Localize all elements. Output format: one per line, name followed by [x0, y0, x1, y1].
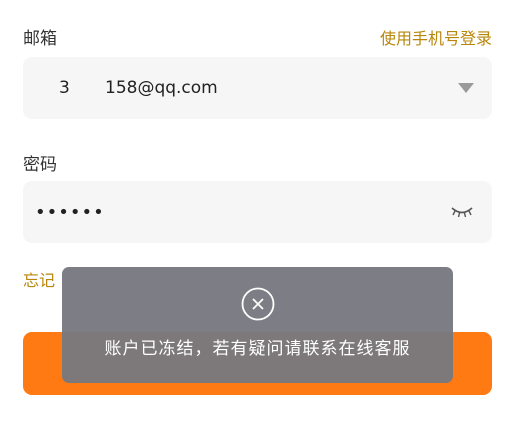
- eye-closed-icon[interactable]: [450, 205, 474, 219]
- login-screen: 邮箱 使用手机号登录 3 158@qq.com 密码 •••••• 忘记 账户已…: [0, 0, 507, 431]
- password-value: ••••••: [35, 201, 105, 223]
- email-label: 邮箱: [23, 29, 57, 49]
- email-prefix: 3: [59, 78, 70, 98]
- phone-login-link[interactable]: 使用手机号登录: [380, 25, 492, 49]
- password-label-row: 密码: [23, 150, 492, 175]
- forgot-password-link[interactable]: 忘记: [23, 267, 55, 291]
- toast-message: 账户已冻结，若有疑问请联系在线客服: [104, 339, 411, 359]
- dropdown-arrow-icon[interactable]: [458, 83, 474, 93]
- error-toast: 账户已冻结，若有疑问请联系在线客服: [62, 267, 453, 383]
- email-value: 158@qq.com: [105, 78, 218, 98]
- password-field[interactable]: ••••••: [23, 181, 492, 243]
- password-label: 密码: [23, 155, 57, 175]
- close-circle-icon: [241, 287, 275, 321]
- email-field[interactable]: 3 158@qq.com: [23, 57, 492, 119]
- email-label-row: 邮箱 使用手机号登录: [23, 24, 492, 50]
